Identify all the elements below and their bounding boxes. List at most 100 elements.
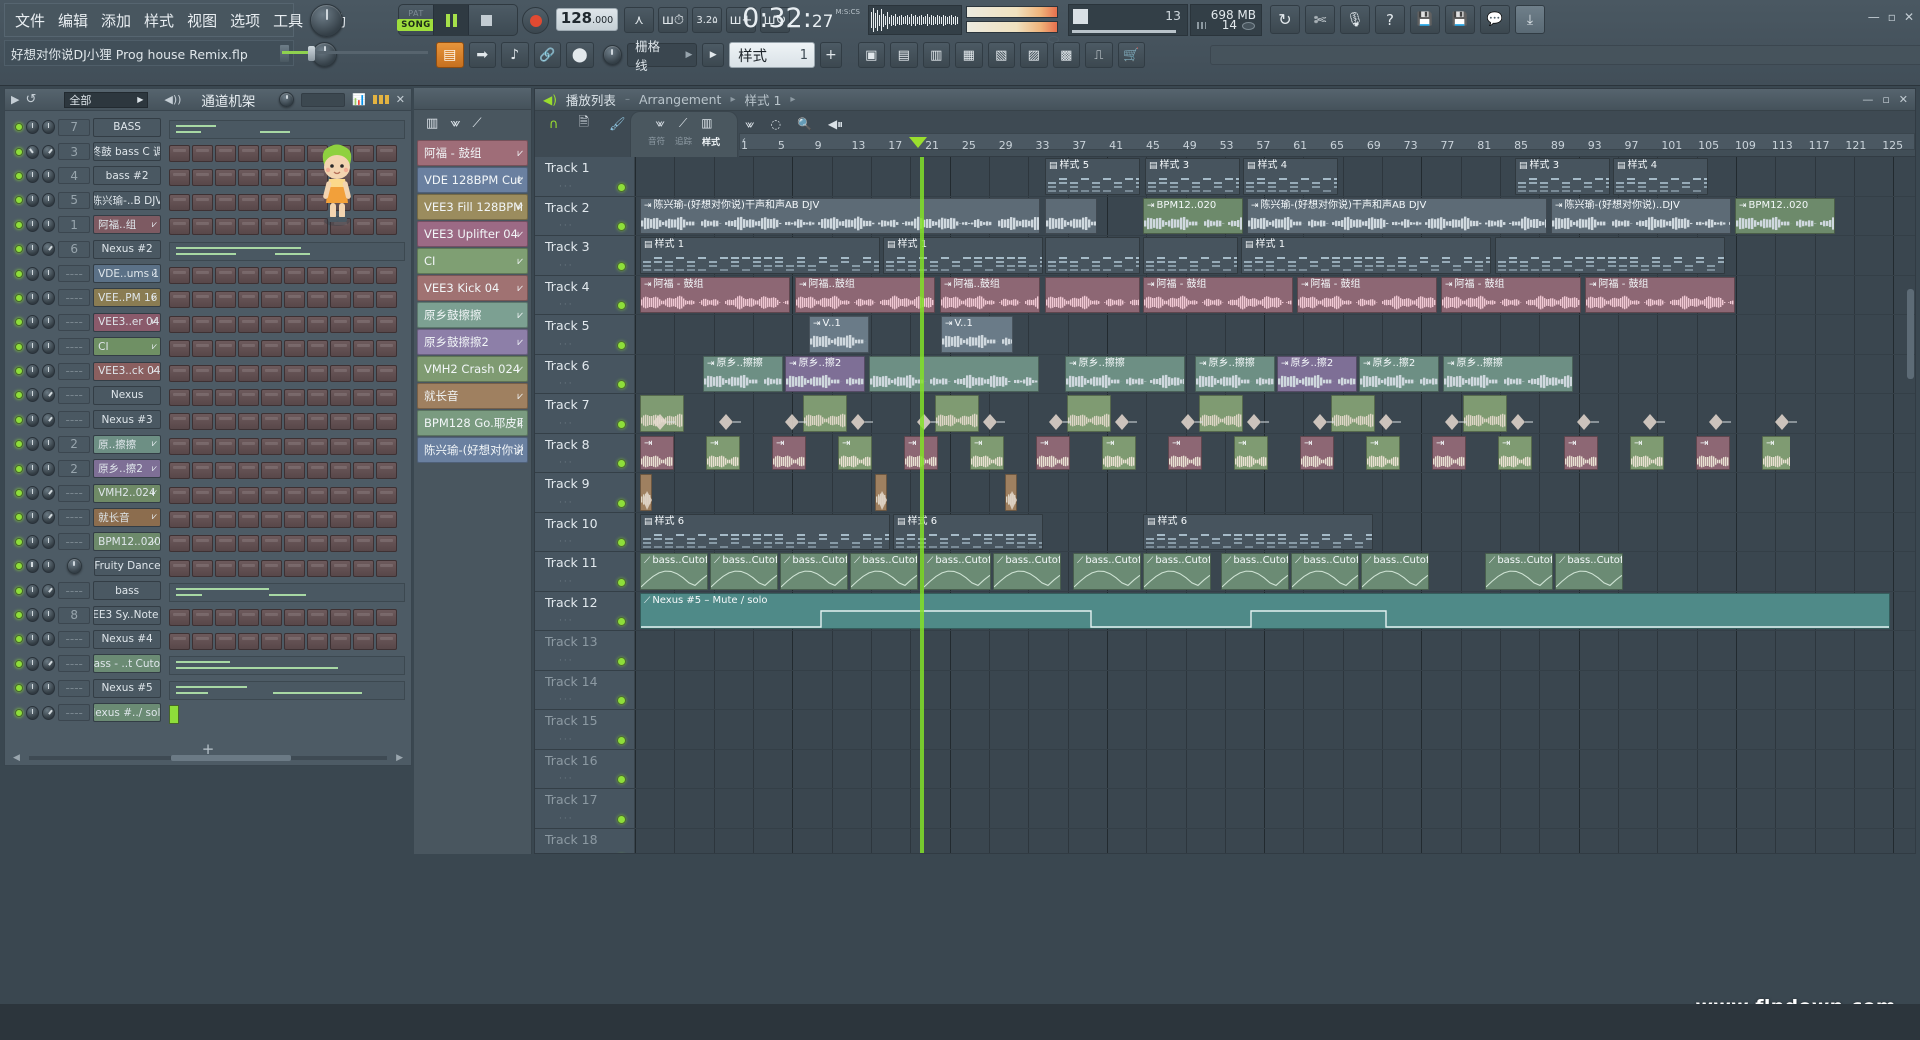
channel-enable-led[interactable] (15, 708, 23, 717)
channel-volume-knob[interactable] (41, 339, 56, 354)
step-row[interactable] (167, 263, 405, 287)
channel-row[interactable]: ---- VEE..PM 16 ⩗ (9, 286, 161, 310)
playlist-clip[interactable]: ⇥ 阿福 - 鼓组 (1585, 276, 1735, 313)
channel-volume-knob[interactable] (41, 120, 56, 135)
channel-pan-knob[interactable] (25, 266, 39, 281)
track-options-icon[interactable]: ··· (559, 656, 574, 666)
playlist-track[interactable]: Track 3 ··· ▤ 样式 1 ▤ 样式 1 ▤ 样式 1 (535, 236, 1915, 276)
playlist-clip[interactable]: ⇥ (706, 435, 740, 470)
step-button[interactable] (284, 510, 305, 528)
minimize-icon[interactable]: — (1868, 10, 1880, 24)
channel-pan-knob[interactable] (25, 510, 39, 525)
playlist-tab-icons[interactable]: ⩖ ⟋ ▥ (631, 112, 737, 131)
channel-name-button[interactable]: Nexus #../ solo (93, 703, 161, 723)
magnet-icon[interactable]: ∩ (549, 117, 559, 132)
piano-icon[interactable]: ▥ (426, 116, 438, 131)
channel-volume-knob[interactable] (41, 656, 56, 671)
step-button[interactable] (169, 340, 190, 358)
playlist-clip[interactable]: ⇥ (1498, 435, 1532, 470)
track-enable-led[interactable] (617, 459, 626, 468)
step-row[interactable] (167, 654, 405, 678)
step-button[interactable] (238, 510, 259, 528)
save-as-icon[interactable]: 💾 (1445, 5, 1475, 34)
track-header[interactable]: Track 7 ··· (535, 394, 635, 433)
step-button[interactable] (215, 267, 236, 285)
step-button[interactable] (330, 632, 351, 650)
step-button[interactable] (376, 535, 397, 553)
track-header[interactable]: Track 2 ··· (535, 196, 635, 235)
track-lane[interactable] (635, 749, 1915, 788)
playlist-clip[interactable]: ▤ 样式 1 (1241, 237, 1491, 274)
playlist-clip[interactable] (1045, 237, 1140, 274)
draw-tool-icon[interactable]: ➡ (468, 42, 496, 68)
playlist-clip[interactable]: ⇥ (1432, 435, 1466, 470)
channel-name-button[interactable]: Nexus #5 (93, 678, 161, 698)
clip-source-item[interactable]: VMH2 Crash 024 ⩗ (417, 356, 528, 382)
channel-mixer-number[interactable]: 3 (58, 143, 91, 161)
channel-pan-knob[interactable] (25, 120, 39, 135)
step-button[interactable] (238, 486, 259, 504)
step-button[interactable] (261, 437, 282, 455)
track-name[interactable]: Track 6 (545, 358, 590, 373)
channel-mixer-number[interactable]: 2 (58, 435, 91, 453)
playlist-clip[interactable] (1331, 395, 1375, 432)
track-lane[interactable]: ▤ 样式 5 ▤ 样式 3 ▤ 样式 4 ▤ 样式 3 ▤ 样式 4 (635, 157, 1915, 196)
step-button[interactable] (261, 510, 282, 528)
main-menu-bar[interactable]: 文件 编辑 添加 样式 视图 选项 工具 帮助 (4, 3, 346, 37)
track-lane[interactable]: ⇥ V..1 ⇥ V..1 (635, 315, 1915, 354)
step-row[interactable] (167, 288, 405, 312)
step-button[interactable] (376, 291, 397, 309)
step-button[interactable] (238, 218, 259, 236)
track-header[interactable]: Track 18··· (535, 828, 635, 853)
step-button[interactable] (192, 413, 213, 431)
channel-name-button[interactable]: bass #2 (93, 166, 161, 186)
step-button[interactable] (261, 535, 282, 553)
channel-enable-led[interactable] (15, 562, 23, 571)
step-sequencer-grid[interactable] (167, 117, 405, 735)
step-button[interactable] (238, 608, 259, 626)
track-enable-led[interactable] (617, 182, 626, 192)
step-row[interactable] (167, 337, 405, 361)
step-button[interactable] (353, 486, 374, 504)
channel-enable-led[interactable] (15, 342, 23, 351)
clip-source-item[interactable]: 就长音 ⩗ (417, 383, 528, 409)
step-button[interactable] (376, 169, 397, 187)
step-row[interactable] (167, 190, 405, 214)
help-icon[interactable]: ? (1375, 5, 1405, 34)
playlist-clip[interactable]: ⇥ V..1 (941, 316, 1013, 353)
track-header[interactable]: Track 6 ··· (535, 354, 635, 393)
track-header[interactable]: Track 13 ··· (535, 631, 635, 670)
track-lane[interactable] (635, 670, 1915, 709)
step-row[interactable] (167, 141, 405, 165)
track-enable-led[interactable] (617, 814, 626, 824)
step-button[interactable] (238, 291, 259, 309)
channel-enable-led[interactable] (15, 245, 23, 254)
channel-enable-led[interactable] (15, 318, 23, 327)
track-name[interactable]: Track 16 (545, 753, 598, 768)
track-header[interactable]: Track 14 ··· (535, 670, 635, 709)
step-button[interactable] (215, 510, 236, 528)
channel-volume-knob[interactable] (41, 559, 55, 574)
track-lane[interactable] (635, 789, 1915, 828)
playlist-clip[interactable]: ⟋ bass..Cutoff (780, 553, 848, 590)
pattern-tab-icon[interactable]: ▥ (701, 116, 712, 131)
step-button[interactable] (261, 608, 282, 626)
channel-volume-knob[interactable] (41, 681, 56, 696)
channel-mixer-number[interactable]: ---- (58, 630, 91, 648)
channel-volume-knob[interactable] (41, 144, 56, 159)
tab-label-notes[interactable]: 音符 (648, 135, 665, 148)
step-button[interactable] (238, 413, 259, 431)
step-button[interactable] (330, 364, 351, 382)
channel-enable-led[interactable] (15, 171, 23, 180)
playlist-clip[interactable]: ⟋ bass..Cutoff (640, 553, 708, 590)
channel-enable-led[interactable] (15, 635, 23, 644)
step-row[interactable] (167, 532, 405, 556)
step-button[interactable] (307, 535, 328, 553)
track-enable-led[interactable] (617, 735, 626, 745)
step-button[interactable] (330, 486, 351, 504)
channel-row[interactable]: Fruity Dance (9, 554, 161, 578)
playlist-clip[interactable]: ⟋ bass..Cutoff (710, 553, 778, 590)
playlist-clip[interactable]: ⟋ bass..Cutoff (1485, 553, 1553, 590)
track-enable-led[interactable] (617, 301, 626, 310)
channel-name-button[interactable]: 陈兴瑜-..B DJV (93, 190, 161, 210)
